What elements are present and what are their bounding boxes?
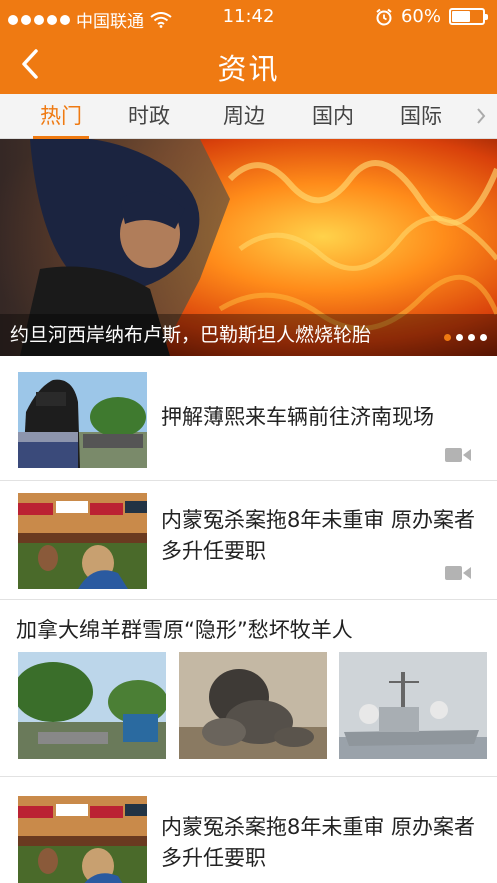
status-right: 60%	[375, 6, 488, 27]
page-dot-active	[444, 334, 451, 341]
news-thumbnail	[18, 493, 147, 589]
back-button[interactable]	[8, 42, 52, 86]
page-title: 资讯	[217, 52, 280, 86]
news-title: 押解薄熙来车辆前往济南现场	[161, 405, 434, 429]
category-tabs: 热门 时政 周边 国内 国际	[0, 94, 497, 139]
tab-hot[interactable]: 热门	[33, 94, 89, 139]
banner-page-indicator	[444, 334, 487, 341]
battery-icon	[449, 8, 488, 25]
chevron-left-icon	[22, 49, 38, 79]
news-title: 加拿大绵羊群雪原“隐形”愁坏牧羊人	[16, 618, 353, 642]
gallery-image	[18, 652, 166, 759]
tab-nearby[interactable]: 周边	[222, 94, 266, 139]
battery-percentage: 60%	[400, 6, 441, 27]
news-title: 内蒙冤杀案拖8年未重审 原办案者多升任要职	[161, 508, 476, 563]
headline-banner[interactable]: 约旦河西岸纳布卢斯，巴勒斯坦人燃烧轮胎	[0, 139, 497, 356]
page-dot	[480, 334, 487, 341]
tab-international[interactable]: 国际	[399, 94, 443, 139]
news-item[interactable]: 内蒙冤杀案拖8年未重审 原办案者多升任要职	[0, 481, 497, 600]
video-icon	[445, 448, 471, 462]
chevron-right-icon	[477, 108, 486, 124]
status-bar: 中国联通 11:42 60%	[0, 0, 497, 34]
news-item[interactable]: 内蒙冤杀案拖8年未重审 原办案者多升任要职	[0, 777, 497, 883]
news-item[interactable]: 押解薄熙来车辆前往济南现场	[0, 356, 497, 481]
gallery-image	[339, 652, 487, 759]
alarm-clock-icon	[376, 8, 392, 25]
gallery-image	[179, 652, 327, 759]
news-item-gallery[interactable]: 加拿大绵羊群雪原“隐形”愁坏牧羊人	[0, 600, 497, 777]
top-bar: 中国联通 11:42 60% 资讯	[0, 0, 497, 94]
page-dot	[456, 334, 463, 341]
tab-domestic[interactable]: 国内	[311, 94, 355, 139]
tab-politics[interactable]: 时政	[127, 94, 171, 139]
banner-caption: 约旦河西岸纳布卢斯，巴勒斯坦人燃烧轮胎	[10, 324, 372, 346]
news-title: 内蒙冤杀案拖8年未重审 原办案者多升任要职	[161, 815, 476, 870]
page-dot	[468, 334, 475, 341]
video-icon	[445, 566, 471, 580]
news-thumbnail	[18, 796, 147, 883]
nav-bar: 资讯	[0, 34, 497, 94]
news-thumbnail	[18, 372, 147, 468]
tabs-scroll-right-button[interactable]	[471, 104, 491, 128]
